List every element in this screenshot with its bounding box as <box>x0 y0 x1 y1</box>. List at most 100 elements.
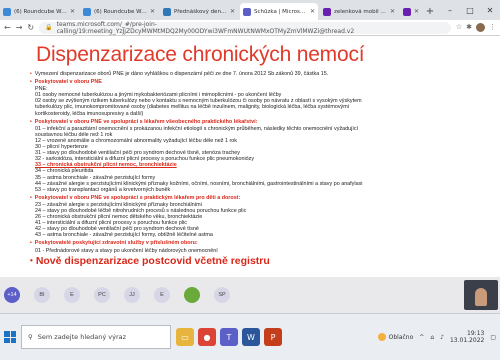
close-icon[interactable]: ✕ <box>390 8 395 15</box>
tab-favicon-icon <box>243 7 251 16</box>
participant-avatar[interactable]: JJ <box>124 287 140 303</box>
slide-line: 43 – astma bronchiale - závažné perzistu… <box>35 232 213 239</box>
section-lines: PNE: 01 osoby nemocné tuberkulózou a jiný… <box>30 86 450 116</box>
tab-title: Přednáškový den | ČDPH <box>174 8 227 15</box>
window-controls: – □ ✕ <box>440 0 500 20</box>
tab-favicon-icon <box>323 7 331 16</box>
browser-tab[interactable]: zelenková mobil - Yahoo✕ <box>320 3 398 20</box>
star-icon[interactable]: ☆ <box>456 23 462 32</box>
close-window-button[interactable]: ✕ <box>480 6 500 15</box>
bullet-icon: • <box>30 79 32 86</box>
network-icon[interactable]: ⌂ <box>430 334 434 341</box>
slide-sections: • Poskytovatel v oboru PNE PNE: 01 osoby ne… <box>30 79 450 254</box>
slide-line: 53 – stavy po transplantaci orgánů a krv… <box>35 186 171 193</box>
meeting-participants-strip: +14 BI E PC JJ E SP <box>0 277 500 313</box>
tab-title: Schůzka | Microsoft Teams <box>254 8 307 15</box>
volume-icon[interactable]: ♪ <box>440 334 444 341</box>
section-header-text: Poskytovatelé poskytující zdravotní služ… <box>34 240 198 247</box>
chrome-icon[interactable]: ● <box>198 328 216 346</box>
section-header-text: Poskytovatel v oboru PNE ve spolupráci s… <box>34 194 241 201</box>
teams-icon[interactable]: T <box>220 328 238 346</box>
chevron-up-icon[interactable]: ^ <box>419 334 424 341</box>
profile-avatar[interactable] <box>476 23 485 32</box>
browser-tab[interactable]: (6) Roundcube Webmail ::✕ <box>80 3 158 20</box>
clock[interactable]: 19:13 13.01.2022 <box>450 330 484 344</box>
participant-avatar[interactable]: BI <box>34 287 50 303</box>
section-header-text: Poskytovatel v oboru PNE <box>34 79 102 86</box>
lock-icon: 🔒 <box>45 24 53 31</box>
tab-favicon-icon <box>83 7 91 16</box>
windows-start-icon[interactable] <box>4 331 16 343</box>
url-text: teams.microsoft.com/_#/pre-join-calling/… <box>56 20 355 35</box>
tab-title: (6) Roundcube Webmail :: <box>94 8 147 15</box>
section-header: • Poskytovatel v oboru PNE ve spolupráci … <box>30 195 450 201</box>
tab-favicon-icon <box>403 7 411 16</box>
close-icon[interactable]: ✕ <box>414 8 419 15</box>
powerpoint-icon[interactable]: P <box>264 328 282 346</box>
weather-widget[interactable]: Oblačno <box>377 333 414 341</box>
slide-title: Dispenzarizace chronických nemocí <box>36 43 365 66</box>
bullet-icon: • <box>30 240 32 247</box>
url-field[interactable]: 🔒 teams.microsoft.com/_#/pre-join-callin… <box>39 20 451 35</box>
participant-avatar[interactable]: PC <box>94 287 110 303</box>
clock-time: 19:13 <box>467 330 485 337</box>
bullet-icon: • <box>30 255 33 265</box>
more-participants-badge[interactable]: +14 <box>4 287 20 303</box>
toolbar-extensions: ☆ ✱ ⋮ <box>456 23 496 32</box>
close-icon[interactable]: ✕ <box>70 8 75 15</box>
maximize-button[interactable]: □ <box>460 6 480 15</box>
windows-taskbar: ⚲ Sem zadejte hledaný výraz ▭ ● T W P Oblačn… <box>0 313 500 360</box>
footer-note: • Nově dispenzarizace postcovid včetně r… <box>30 255 450 267</box>
word-icon[interactable]: W <box>242 328 260 346</box>
slide-body: • Vymezení dispenzarizace oborů PNE je d… <box>30 71 450 267</box>
section-header: • Poskytovatelé poskytující zdravotní slu… <box>30 240 450 246</box>
section-header: • Poskytovatel v oboru PNE <box>30 79 450 85</box>
browser-tab[interactable]: ✕ <box>400 3 422 20</box>
search-icon: ⚲ <box>28 333 33 341</box>
forward-icon[interactable]: → <box>16 23 23 32</box>
participant-list: +14 BI E PC JJ E SP <box>4 287 230 303</box>
bullet-icon: • <box>30 71 32 77</box>
close-icon[interactable]: ✕ <box>150 8 155 15</box>
shared-slide: Dispenzarizace chronických nemocí • Vyme… <box>0 37 500 277</box>
menu-dots-icon[interactable]: ⋮ <box>489 23 496 32</box>
tab-title: (6) Roundcube Webmail :: <box>14 8 67 15</box>
close-icon[interactable]: ✕ <box>230 8 235 15</box>
self-video-preview[interactable] <box>464 280 498 310</box>
footer-note-text: Nově dispenzarizace postcovid včetně reg… <box>35 254 270 267</box>
participant-avatar[interactable]: E <box>154 287 170 303</box>
section-header-text: Poskytovatel v oboru PNE ve spolupráci s… <box>34 118 258 125</box>
tab-favicon-icon <box>163 7 171 16</box>
tab-title: zelenková mobil - Yahoo <box>334 8 387 15</box>
search-placeholder: Sem zadejte hledaný výraz <box>37 333 127 341</box>
browser-tab[interactable]: Schůzka | Microsoft Teams✕ <box>240 3 318 20</box>
puzzle-icon[interactable]: ✱ <box>466 23 472 32</box>
section-lines: 01 – infekční a parazitární onemocnění s… <box>30 126 450 193</box>
notifications-icon[interactable]: ▢ <box>490 334 496 341</box>
browser-address-bar: ← → ↻ 🔒 teams.microsoft.com/_#/pre-join-… <box>0 20 500 36</box>
cloud-sun-icon <box>377 333 386 341</box>
intro-text: Vymezení dispenzarizace oborů PNE je dán… <box>34 71 329 77</box>
weather-text: Oblačno <box>388 333 414 341</box>
participant-avatar[interactable]: SP <box>214 287 230 303</box>
close-icon[interactable]: ✕ <box>310 8 315 15</box>
clock-date: 13.01.2022 <box>449 337 485 344</box>
section-lines: 23 – závažné alergie s perzistujícími kl… <box>30 202 450 239</box>
slide-line: kortikosteroidy, léčba imunosupresivy a … <box>35 110 144 117</box>
section-header: • Poskytovatel v oboru PNE ve spolupráci … <box>30 119 450 125</box>
minimize-button[interactable]: – <box>440 6 460 15</box>
participant-avatar[interactable] <box>184 287 200 303</box>
browser-tab[interactable]: Přednáškový den | ČDPH✕ <box>160 3 238 20</box>
back-icon[interactable]: ← <box>4 23 11 32</box>
bullet-icon: • <box>30 118 32 125</box>
section-lines: 01 - Přednádorové stavy a stavy po ukonč… <box>30 248 450 254</box>
reload-icon[interactable]: ↻ <box>27 23 34 32</box>
file-explorer-icon[interactable]: ▭ <box>176 328 194 346</box>
slide-line: 01 - Přednádorové stavy a stavy po ukonč… <box>35 247 218 254</box>
slide-intro: • Vymezení dispenzarizace oborů PNE je d… <box>30 71 450 77</box>
browser-tab[interactable]: (6) Roundcube Webmail ::✕ <box>0 3 78 20</box>
participant-avatar[interactable]: E <box>64 287 80 303</box>
new-tab-button[interactable]: + <box>424 3 436 20</box>
tab-favicon-icon <box>3 7 11 16</box>
taskbar-search-input[interactable]: ⚲ Sem zadejte hledaný výraz <box>21 325 171 349</box>
